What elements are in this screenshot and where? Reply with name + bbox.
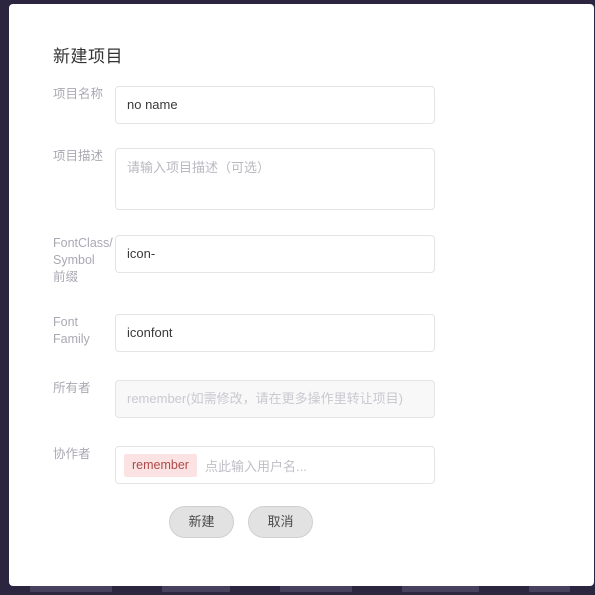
font-family-input[interactable] bbox=[115, 314, 435, 352]
new-project-dialog: 新建项目 项目名称 项目描述 FontClass/ Symbol 前缀 bbox=[9, 4, 594, 586]
create-project-button[interactable]: 新建 bbox=[169, 506, 234, 538]
control-prefix bbox=[115, 235, 594, 273]
cancel-button[interactable]: 取消 bbox=[248, 506, 313, 538]
control-project-name bbox=[115, 86, 594, 124]
label-prefix: FontClass/ Symbol 前缀 bbox=[9, 235, 115, 286]
control-collaborators: remember 点此输入用户名... bbox=[115, 446, 594, 484]
label-collaborators: 协作者 bbox=[53, 447, 91, 461]
label-owner: 所有者 bbox=[53, 381, 91, 395]
owner-input bbox=[115, 380, 435, 418]
control-font-family bbox=[115, 314, 594, 352]
collaborators-placeholder: 点此输入用户名... bbox=[204, 458, 307, 474]
project-desc-textarea[interactable] bbox=[115, 148, 435, 210]
label-prefix-line2: Symbol 前缀 bbox=[53, 253, 95, 284]
label-project-desc: 项目描述 bbox=[53, 149, 104, 163]
form-row-font-family: Font Family bbox=[9, 314, 594, 352]
form-row-owner: 所有者 bbox=[9, 380, 594, 418]
label-project-name: 项目名称 bbox=[53, 87, 104, 101]
dialog-actions: 新建 取消 bbox=[9, 506, 594, 538]
label-font-family: Font Family bbox=[53, 315, 90, 346]
form-row-project-name: 项目名称 bbox=[9, 86, 594, 124]
dialog-title: 新建项目 bbox=[53, 47, 123, 66]
prefix-input[interactable] bbox=[115, 235, 435, 273]
label-prefix-line1: FontClass/ bbox=[53, 236, 113, 250]
form-row-project-desc: 项目描述 bbox=[9, 148, 594, 210]
collaborators-tagbox[interactable]: remember 点此输入用户名... bbox=[115, 446, 435, 484]
form-row-prefix: FontClass/ Symbol 前缀 bbox=[9, 235, 594, 286]
new-project-form: 项目名称 项目描述 FontClass/ Symbol 前缀 Font Fami… bbox=[9, 86, 594, 538]
collaborator-tag[interactable]: remember bbox=[124, 453, 197, 477]
project-name-input[interactable] bbox=[115, 86, 435, 124]
form-row-collaborators: 协作者 remember 点此输入用户名... bbox=[9, 446, 594, 484]
control-project-desc bbox=[115, 148, 594, 210]
control-owner bbox=[115, 380, 594, 418]
